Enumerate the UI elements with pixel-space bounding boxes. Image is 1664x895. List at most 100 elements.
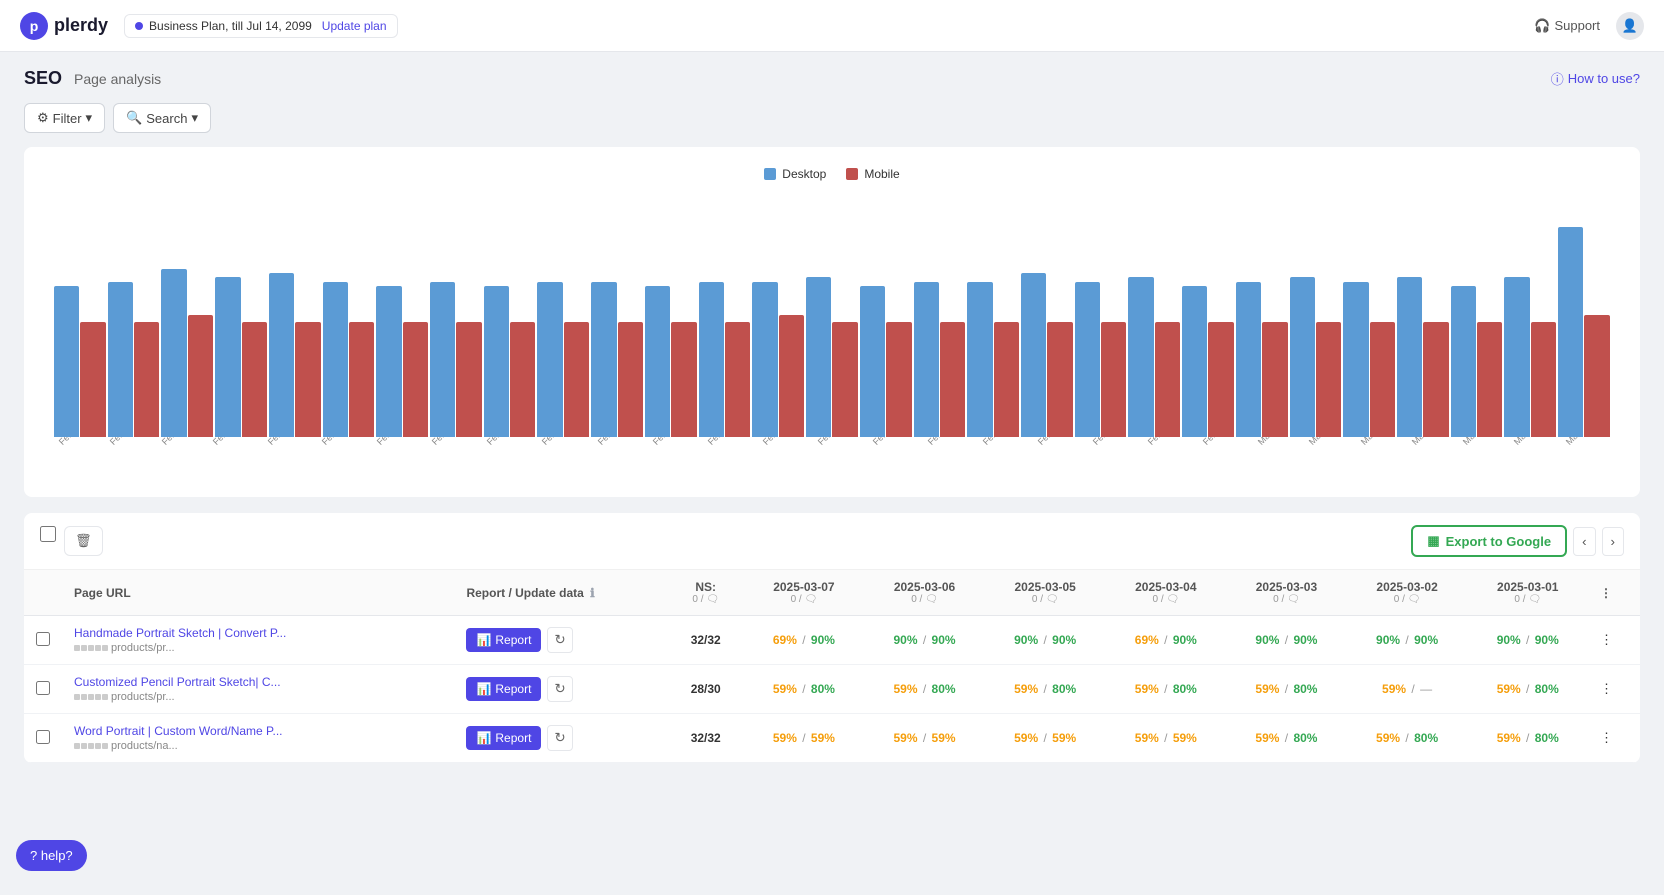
- select-all-checkbox[interactable]: [40, 526, 56, 542]
- bar-group: [376, 286, 428, 437]
- bar-mobile: [295, 322, 320, 438]
- bar-mobile: [1531, 322, 1556, 438]
- report-button-1[interactable]: 📊 Report: [466, 677, 541, 701]
- score-cell-2-1: 59% / 59%: [864, 714, 985, 763]
- score-val2: 80%: [1293, 682, 1317, 696]
- bar-group: [161, 269, 213, 437]
- report-cell-2: 📊 Report ↻: [466, 725, 655, 751]
- filter-button[interactable]: ⚙ Filter ▾: [24, 103, 105, 133]
- bar-group: [1128, 277, 1180, 437]
- score-val: 59%: [773, 731, 797, 745]
- support-button[interactable]: 🎧 Support: [1534, 18, 1600, 34]
- th-ns: NS: 0 / 🗨: [668, 570, 744, 616]
- score-val2: 90%: [932, 633, 956, 647]
- table-row: Handmade Portrait Sketch | Convert P... …: [24, 616, 1640, 665]
- data-table: Page URL Report / Update data ℹ NS: 0 / …: [24, 570, 1640, 763]
- score-val: 90%: [1497, 633, 1521, 647]
- more-cell-1[interactable]: ⋮: [1588, 665, 1640, 714]
- bar-desktop: [215, 277, 240, 437]
- row-checkbox-2[interactable]: [36, 730, 50, 744]
- bar-desktop: [537, 282, 562, 437]
- bar-group: [752, 282, 804, 437]
- bar-desktop: [484, 286, 509, 437]
- chart-icon: 📊: [476, 633, 491, 647]
- google-sheets-icon: ▦: [1427, 533, 1439, 549]
- bar-group: [323, 282, 375, 437]
- page: SEO Page analysis ⓘ How to use? ⚙ Filter…: [0, 52, 1664, 779]
- report-cell-0: 📊 Report ↻: [466, 627, 655, 653]
- user-avatar[interactable]: 👤: [1616, 12, 1644, 40]
- delete-button[interactable]: 🗑: [64, 526, 103, 556]
- bar-mobile: [886, 322, 911, 438]
- bar-group: [591, 282, 643, 437]
- bar-desktop: [376, 286, 401, 437]
- score-cell-0-6: 90% / 90%: [1467, 616, 1588, 665]
- page-title-area: SEO Page analysis: [24, 68, 161, 89]
- bar-mobile: [1208, 322, 1233, 438]
- header-left: p plerdy Business Plan, till Jul 14, 209…: [20, 12, 398, 40]
- next-page-button[interactable]: ›: [1602, 527, 1624, 556]
- info-icon[interactable]: ℹ: [590, 586, 595, 600]
- search-icon: 🔍: [126, 110, 142, 126]
- update-plan-link[interactable]: Update plan: [322, 19, 387, 33]
- score-cell-0-3: 69% / 90%: [1105, 616, 1226, 665]
- bar-desktop: [914, 282, 939, 437]
- more-cell-0[interactable]: ⋮: [1588, 616, 1640, 665]
- score-cell-1-2: 59% / 80%: [985, 665, 1106, 714]
- logo-icon: p: [20, 12, 48, 40]
- score-cell-0-0: 69% / 90%: [744, 616, 865, 665]
- score-val: 59%: [1497, 682, 1521, 696]
- search-button[interactable]: 🔍 Search ▾: [113, 103, 211, 133]
- refresh-button-0[interactable]: ↻: [547, 627, 572, 653]
- bar-group: [1075, 282, 1127, 437]
- export-google-button[interactable]: ▦ Export to Google: [1411, 525, 1567, 557]
- th-date6: 2025-03-02 0 / 🗨: [1347, 570, 1468, 616]
- bar-mobile: [618, 322, 643, 438]
- plan-text: Business Plan, till Jul 14, 2099: [149, 19, 312, 33]
- chevron-right-icon: ›: [1611, 534, 1615, 549]
- score-val2: 80%: [1414, 731, 1438, 745]
- table-toolbar: 🗑 ▦ Export to Google ‹ ›: [24, 513, 1640, 570]
- score-val2: 80%: [932, 682, 956, 696]
- page-url-path-2: products/na...: [74, 740, 442, 752]
- x-label: Mar 7, 2025: [1561, 437, 1620, 476]
- row-checkbox-0[interactable]: [36, 632, 50, 646]
- bar-group: [430, 282, 482, 437]
- prev-page-button[interactable]: ‹: [1573, 527, 1595, 556]
- page-url-link-2[interactable]: Word Portrait | Custom Word/Name P...: [74, 724, 442, 738]
- report-button-2[interactable]: 📊 Report: [466, 726, 541, 750]
- support-label: Support: [1554, 18, 1600, 33]
- table-toolbar-left: 🗑: [40, 526, 103, 556]
- logo[interactable]: p plerdy: [20, 12, 108, 40]
- score-cell-2-2: 59% / 59%: [985, 714, 1106, 763]
- search-label: Search: [146, 111, 187, 126]
- bar-group: [967, 282, 1019, 437]
- score-cell-1-6: 59% / 80%: [1467, 665, 1588, 714]
- table-body: Handmade Portrait Sketch | Convert P... …: [24, 616, 1640, 763]
- row-checkbox-1[interactable]: [36, 681, 50, 695]
- score-val: 59%: [1014, 682, 1038, 696]
- report-button-0[interactable]: 📊 Report: [466, 628, 541, 652]
- page-url-link-0[interactable]: Handmade Portrait Sketch | Convert P...: [74, 626, 442, 640]
- refresh-button-2[interactable]: ↻: [547, 725, 572, 751]
- export-google-label: Export to Google: [1446, 534, 1551, 549]
- page-url-link-1[interactable]: Customized Pencil Portrait Sketch| C...: [74, 675, 442, 689]
- more-cell-2[interactable]: ⋮: [1588, 714, 1640, 763]
- score-cell-0-1: 90% / 90%: [864, 616, 985, 665]
- chart-card: Desktop Mobile Feb 7, 2025Feb 8, 2025Feb…: [24, 147, 1640, 497]
- bar-desktop: [1182, 286, 1207, 437]
- bar-group: [1451, 286, 1503, 437]
- bar-mobile: [1262, 322, 1287, 438]
- refresh-button-1[interactable]: ↻: [547, 676, 572, 702]
- help-button[interactable]: ? help?: [16, 840, 87, 871]
- how-to-use-link[interactable]: ⓘ How to use?: [1551, 69, 1640, 88]
- score-val: 59%: [1255, 731, 1279, 745]
- chevron-left-icon: ‹: [1582, 534, 1586, 549]
- bar-mobile: [779, 315, 804, 437]
- bar-desktop: [806, 277, 831, 437]
- score-val: 90%: [1014, 633, 1038, 647]
- bar-desktop: [699, 282, 724, 437]
- table-row: Customized Pencil Portrait Sketch| C... …: [24, 665, 1640, 714]
- table-card: 🗑 ▦ Export to Google ‹ ›: [24, 513, 1640, 763]
- score-cell-1-0: 59% / 80%: [744, 665, 865, 714]
